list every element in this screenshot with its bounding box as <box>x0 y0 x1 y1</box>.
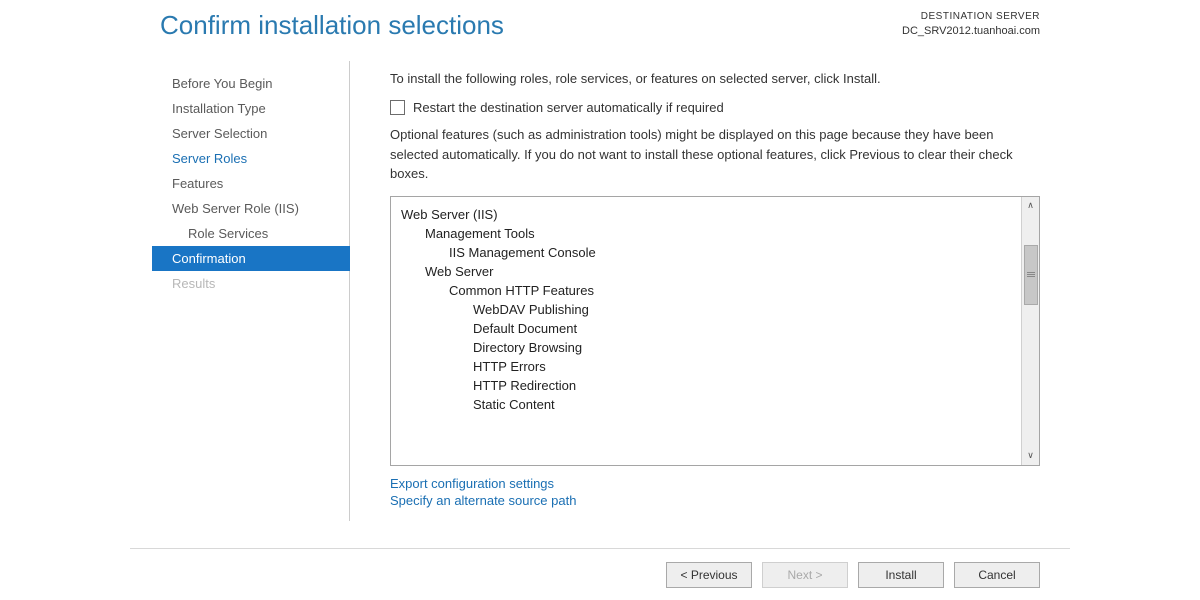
sidebar-item-confirmation[interactable]: Confirmation <box>152 246 350 271</box>
cancel-button[interactable]: Cancel <box>954 562 1040 588</box>
sidebar-item-before-you-begin[interactable]: Before You Begin <box>160 71 349 96</box>
sidebar-item-server-selection[interactable]: Server Selection <box>160 121 349 146</box>
next-button: Next > <box>762 562 848 588</box>
scroll-up-icon[interactable]: ∧ <box>1022 197 1040 215</box>
optional-features-text: Optional features (such as administratio… <box>390 125 1040 184</box>
tree-node: Directory Browsing <box>397 338 1015 357</box>
restart-checkbox-row[interactable]: Restart the destination server automatic… <box>390 100 1040 115</box>
alternate-source-link[interactable]: Specify an alternate source path <box>390 493 1040 508</box>
destination-server-box: DESTINATION SERVER DC_SRV2012.tuanhoai.c… <box>902 10 1040 39</box>
sidebar-item-installation-type[interactable]: Installation Type <box>160 96 349 121</box>
tree-node: Static Content <box>397 395 1015 414</box>
export-config-link[interactable]: Export configuration settings <box>390 476 1040 491</box>
tree-node: Web Server <box>397 262 1015 281</box>
restart-checkbox-label: Restart the destination server automatic… <box>413 100 724 115</box>
tree-scrollbar[interactable]: ∧ ∨ <box>1021 197 1039 465</box>
sidebar-item-role-services[interactable]: Role Services <box>160 221 349 246</box>
tree-node: Web Server (IIS) <box>397 205 1015 224</box>
intro-text: To install the following roles, role ser… <box>390 71 1040 86</box>
sidebar-item-web-server-role-iis-[interactable]: Web Server Role (IIS) <box>160 196 349 221</box>
sidebar-item-results: Results <box>160 271 349 296</box>
tree-node: WebDAV Publishing <box>397 300 1015 319</box>
destination-server-label: DESTINATION SERVER <box>902 10 1040 24</box>
scroll-grip-icon <box>1027 272 1035 278</box>
selections-tree: Web Server (IIS)Management ToolsIIS Mana… <box>391 197 1021 465</box>
tree-node: HTTP Errors <box>397 357 1015 376</box>
tree-node: Management Tools <box>397 224 1015 243</box>
content-pane: To install the following roles, role ser… <box>390 61 1040 521</box>
selections-tree-container: Web Server (IIS)Management ToolsIIS Mana… <box>390 196 1040 466</box>
sidebar-item-server-roles[interactable]: Server Roles <box>160 146 349 171</box>
scroll-track[interactable] <box>1022 215 1040 447</box>
restart-checkbox[interactable] <box>390 100 405 115</box>
scroll-down-icon[interactable]: ∨ <box>1022 447 1040 465</box>
wizard-sidebar: Before You BeginInstallation TypeServer … <box>160 61 350 521</box>
previous-button[interactable]: < Previous <box>666 562 752 588</box>
tree-node: HTTP Redirection <box>397 376 1015 395</box>
tree-node: IIS Management Console <box>397 243 1015 262</box>
page-title: Confirm installation selections <box>160 10 504 41</box>
scroll-thumb[interactable] <box>1024 245 1038 305</box>
install-button[interactable]: Install <box>858 562 944 588</box>
sidebar-item-features[interactable]: Features <box>160 171 349 196</box>
tree-node: Common HTTP Features <box>397 281 1015 300</box>
tree-node: Default Document <box>397 319 1015 338</box>
wizard-footer: < Previous Next > Install Cancel <box>130 548 1070 600</box>
destination-server-value: DC_SRV2012.tuanhoai.com <box>902 24 1040 39</box>
